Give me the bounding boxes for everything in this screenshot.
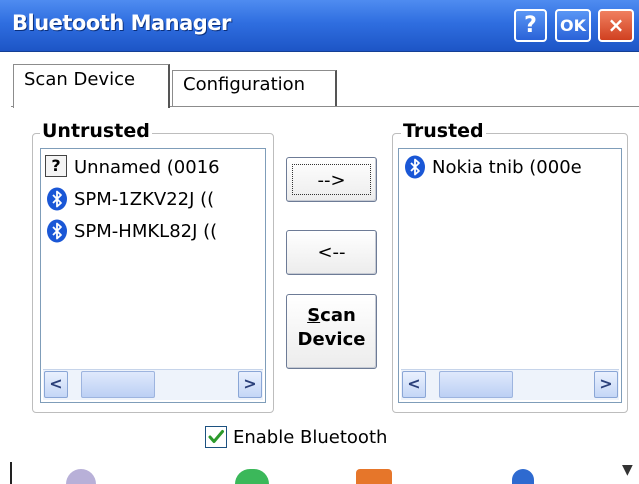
scroll-right-icon[interactable]: > <box>594 371 618 398</box>
help-button[interactable]: ? <box>514 9 547 42</box>
list-item[interactable]: SPM-1ZKV22J (( <box>45 183 263 215</box>
scroll-left-icon[interactable]: < <box>402 371 426 398</box>
scroll-right-icon[interactable]: > <box>238 371 262 398</box>
enable-bluetooth-checkbox[interactable] <box>205 426 227 448</box>
move-to-trusted-label: --> <box>292 164 371 195</box>
unknown-device-icon: ? <box>45 155 67 177</box>
ok-button[interactable]: OK <box>555 9 591 42</box>
trusted-list[interactable]: Nokia tnib (000e < > <box>398 148 622 403</box>
scroll-thumb[interactable] <box>439 371 513 398</box>
taskbar-start-icon[interactable] <box>356 469 392 484</box>
list-item-label: SPM-1ZKV22J (( <box>74 188 215 210</box>
move-to-trusted-button[interactable]: --> <box>286 157 377 202</box>
bluetooth-icon <box>45 187 69 211</box>
tab-configuration[interactable]: Configuration <box>172 70 337 106</box>
scroll-left-icon[interactable]: < <box>44 371 68 398</box>
checkmark-icon <box>208 430 224 443</box>
close-button[interactable]: × <box>598 9 634 42</box>
title-bar: Bluetooth Manager ? OK × <box>0 0 639 52</box>
horizontal-scrollbar[interactable]: < > <box>401 369 619 400</box>
window-title: Bluetooth Manager <box>12 11 231 35</box>
horizontal-scrollbar[interactable]: < > <box>43 369 263 400</box>
list-item-label: SPM-HMKL82J (( <box>74 220 218 242</box>
list-item-label: Unnamed (0016 <box>74 156 220 178</box>
scan-button-line2: Device <box>297 329 366 350</box>
list-item[interactable]: Nokia tnib (000e <box>403 151 619 183</box>
list-item-label: Nokia tnib (000e <box>432 156 582 178</box>
scroll-thumb[interactable] <box>81 371 155 398</box>
list-item[interactable]: SPM-HMKL82J (( <box>45 215 263 247</box>
bluetooth-icon <box>403 155 427 179</box>
taskbar: ▼ <box>0 462 639 484</box>
taskbar-app-icon[interactable] <box>66 469 96 484</box>
move-to-untrusted-button[interactable]: <-- <box>286 230 377 275</box>
tab-scan-device[interactable]: Scan Device <box>13 64 170 108</box>
scan-device-button[interactable]: Scan Device <box>286 294 377 369</box>
list-item[interactable]: ? Unnamed (0016 <box>45 151 263 183</box>
bluetooth-icon <box>45 219 69 243</box>
taskbar-network-icon[interactable] <box>512 469 534 484</box>
enable-bluetooth-checkbox-row[interactable]: Enable Bluetooth <box>205 426 387 448</box>
scan-button-line1: Scan <box>307 305 356 326</box>
taskbar-chevron-icon[interactable]: ▼ <box>622 462 639 484</box>
untrusted-label: Untrusted <box>40 120 152 142</box>
trusted-label: Trusted <box>401 120 486 142</box>
untrusted-list[interactable]: ? Unnamed (0016 SPM-1ZKV22J (( SPM-HMKL8… <box>40 148 266 403</box>
enable-bluetooth-label: Enable Bluetooth <box>233 426 388 448</box>
taskbar-globe-icon[interactable] <box>235 469 269 484</box>
taskbar-edge <box>0 462 12 484</box>
